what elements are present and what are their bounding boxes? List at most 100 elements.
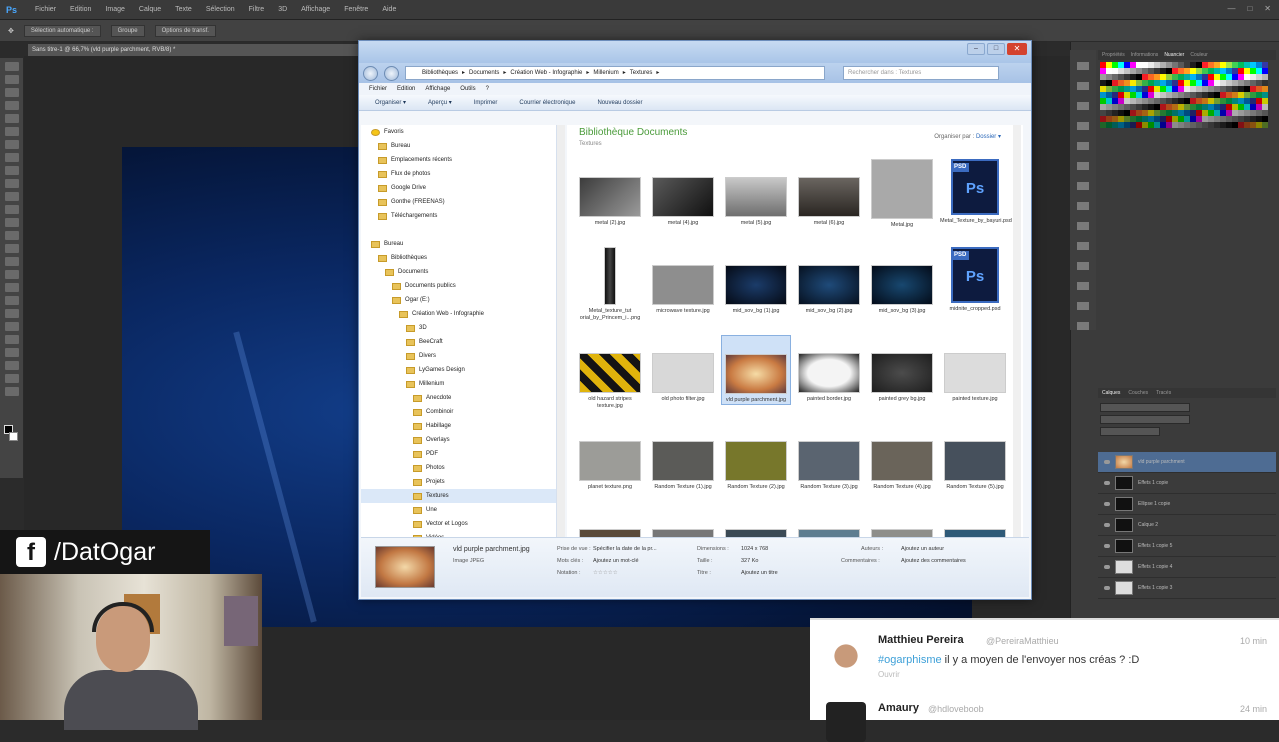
comments-value[interactable]: Ajoutez des commentaires	[901, 558, 966, 564]
nav-item[interactable]	[361, 223, 556, 237]
nav-item[interactable]: Bureau	[361, 139, 556, 153]
nav-item[interactable]: Vector et Logos	[361, 517, 556, 531]
nav-item[interactable]: Flux de photos	[361, 167, 556, 181]
chevron-right-icon[interactable]: ▸	[623, 67, 626, 79]
layer-row[interactable]: Effets 1 copie 3	[1098, 578, 1276, 599]
panel-tab[interactable]: Couches	[1128, 388, 1148, 398]
file-tile[interactable]: Random Texture (3).jpg	[794, 423, 864, 491]
file-tile[interactable]: Metal_texture_tut orial_by_Princem_i...p…	[575, 247, 645, 322]
background-color-swatch[interactable]	[9, 432, 18, 441]
nav-item[interactable]: LyGames Design	[361, 363, 556, 377]
panel-icon[interactable]	[1077, 242, 1089, 250]
menu-item[interactable]: Edition	[70, 6, 91, 13]
menu-item[interactable]: Texte	[175, 6, 192, 13]
content-scrollbar[interactable]	[1013, 125, 1021, 537]
tool-icon[interactable]	[4, 166, 19, 175]
menu-item[interactable]: Image	[105, 6, 124, 13]
command-button[interactable]: Aperçu ▾	[428, 95, 452, 110]
blend-mode-dropdown[interactable]	[1100, 415, 1190, 424]
panel-icon[interactable]	[1077, 262, 1089, 270]
visibility-eye-icon[interactable]	[1104, 460, 1110, 464]
explorer-maximize-button[interactable]: □	[987, 43, 1005, 55]
file-tile[interactable]: mid_sov_bg (3).jpg	[867, 247, 937, 315]
explorer-menu-item[interactable]: Outils	[460, 83, 475, 95]
visibility-eye-icon[interactable]	[1104, 544, 1110, 548]
visibility-eye-icon[interactable]	[1104, 586, 1110, 590]
file-tile[interactable]: metal (6).jpg	[794, 159, 864, 227]
panel-icon[interactable]	[1077, 182, 1089, 190]
panel-tab[interactable]: Informations	[1131, 50, 1159, 60]
tool-icon[interactable]	[4, 218, 19, 227]
navigation-scrollbar[interactable]	[557, 125, 565, 537]
tweet-avatar[interactable]	[826, 636, 866, 676]
nav-item[interactable]: Gonthe (FREENAS)	[361, 195, 556, 209]
menu-item[interactable]: Sélection	[206, 6, 235, 13]
tool-icon[interactable]	[4, 309, 19, 318]
rating-stars[interactable]: ☆☆☆☆☆	[593, 570, 618, 576]
chevron-right-icon[interactable]: ▸	[503, 67, 506, 79]
minimize-icon[interactable]: —	[1227, 4, 1235, 13]
file-tile[interactable]: old photo filter.jpg	[648, 335, 718, 403]
file-tile[interactable]: planet texture.png	[575, 423, 645, 491]
lock-options[interactable]	[1100, 427, 1160, 436]
tweet-hashtag[interactable]: #ogarphisme	[878, 654, 942, 666]
menu-item[interactable]: Fichier	[35, 6, 56, 13]
explorer-minimize-button[interactable]: –	[967, 43, 985, 55]
panel-icon[interactable]	[1077, 142, 1089, 150]
file-tile[interactable]: painted border.jpg	[794, 335, 864, 403]
file-tile[interactable]: metal (2).jpg	[575, 159, 645, 227]
layer-row[interactable]: Effets 1 copie 4	[1098, 557, 1276, 578]
layer-row[interactable]: Effets 1 copie 5	[1098, 536, 1276, 557]
tool-icon[interactable]	[4, 244, 19, 253]
nav-item[interactable]: BeeCraft	[361, 335, 556, 349]
date-value[interactable]: Spécifier la date de la pr...	[593, 546, 657, 552]
file-tile[interactable]: vld purple parchment.jpg	[721, 335, 791, 405]
arrange-value[interactable]: Dossier ▾	[976, 134, 1001, 140]
tool-icon[interactable]	[4, 361, 19, 370]
layer-row[interactable]: Calque 2	[1098, 515, 1276, 536]
nav-item[interactable]: Habillage	[361, 419, 556, 433]
tool-icon[interactable]	[4, 387, 19, 396]
tool-icon[interactable]	[4, 192, 19, 201]
file-tile[interactable]: metal (5).jpg	[721, 159, 791, 227]
file-tile[interactable]: PSD Ps Metal_Texture_by_bayuri.psd	[940, 159, 1012, 225]
file-tile[interactable]: old hazard stripes texture.jpg	[575, 335, 645, 410]
nav-item[interactable]: Création Web - Infographie	[361, 307, 556, 321]
nav-item[interactable]: Bibliothèques	[361, 251, 556, 265]
tool-icon[interactable]	[4, 127, 19, 136]
breadcrumb-item[interactable]: Création Web - Infographie	[510, 67, 582, 79]
command-button[interactable]: Imprimer	[474, 95, 498, 110]
nav-item[interactable]: Anecdote	[361, 391, 556, 405]
tool-icon[interactable]	[4, 283, 19, 292]
tool-icon[interactable]	[4, 348, 19, 357]
tweet-author[interactable]: Amaury	[878, 702, 919, 714]
panel-icon[interactable]	[1077, 222, 1089, 230]
nav-item[interactable]: Favoris	[361, 125, 556, 139]
tool-icon[interactable]	[4, 62, 19, 71]
tool-icon[interactable]	[4, 231, 19, 240]
group-dropdown[interactable]: Groupe	[110, 24, 145, 37]
color-swatch[interactable]	[1262, 122, 1268, 128]
auto-select-option[interactable]: Sélection automatique :	[23, 24, 101, 37]
file-tile[interactable]: Random Texture (5).jpg	[940, 423, 1010, 491]
tool-icon[interactable]	[4, 153, 19, 162]
tool-icon[interactable]	[4, 75, 19, 84]
file-tile[interactable]: PSD Ps midnite_cropped.psd	[940, 247, 1010, 313]
breadcrumb-item[interactable]: Bibliothèques	[422, 67, 458, 79]
tweet-author[interactable]: Matthieu Pereira	[878, 634, 964, 646]
nav-item[interactable]: Textures	[361, 489, 556, 503]
tool-icon[interactable]	[4, 140, 19, 149]
layer-row[interactable]: Ellipse 1 copie	[1098, 494, 1276, 515]
panel-icon[interactable]	[1077, 322, 1089, 330]
tweet-avatar[interactable]	[826, 702, 866, 742]
nav-item[interactable]: Téléchargements	[361, 209, 556, 223]
explorer-menu-item[interactable]: ?	[486, 83, 489, 95]
panel-tab[interactable]: Tracés	[1156, 388, 1171, 398]
tool-icon[interactable]	[4, 322, 19, 331]
nav-item[interactable]: Une	[361, 503, 556, 517]
chevron-right-icon[interactable]: ▸	[586, 67, 589, 79]
nav-item[interactable]: Google Drive	[361, 181, 556, 195]
nav-item[interactable]: Combinoir	[361, 405, 556, 419]
panel-icon[interactable]	[1077, 62, 1089, 70]
layer-filter-dropdown[interactable]	[1100, 403, 1190, 412]
